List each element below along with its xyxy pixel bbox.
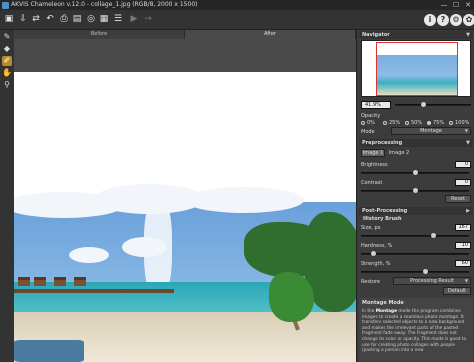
undo-icon[interactable]: ↶: [44, 13, 56, 26]
help-panel: Montage Mode In the Montage mode the pro…: [359, 298, 473, 362]
batch-icon[interactable]: ☰: [112, 13, 124, 26]
chevron-down-icon: ▼: [466, 140, 470, 146]
default-button[interactable]: Default: [443, 287, 471, 295]
print-alt-icon[interactable]: ▤: [71, 13, 83, 26]
opacity-radio-25[interactable]: [383, 121, 387, 125]
contrast-slider-knob[interactable]: [413, 188, 418, 193]
navigator-viewport-frame[interactable]: [376, 42, 458, 96]
main-toolbar: ▣ ⇩ ⇄ ↶ ⎙ ▤ ◎ ▦ ☰ ▶ → i ? ⚙ ✿: [0, 10, 474, 30]
navigator-header[interactable]: Navigator ▼: [359, 31, 473, 39]
zoom-slider-knob[interactable]: [421, 102, 426, 107]
tab-after[interactable]: After: [185, 30, 356, 39]
open-icon[interactable]: ▣: [3, 13, 15, 26]
forward-icon[interactable]: →: [142, 13, 154, 26]
opacity-label: Opacity: [361, 113, 381, 119]
clipboard-icon[interactable]: ▦: [98, 13, 110, 26]
navigator-title: Navigator: [362, 32, 390, 38]
brightness-field[interactable]: 0: [455, 161, 471, 168]
minimize-button[interactable]: —: [438, 0, 450, 10]
contrast-field[interactable]: 0: [455, 179, 471, 186]
swap-icon[interactable]: ⇄: [30, 13, 42, 26]
hardness-field[interactable]: 10: [455, 242, 471, 249]
print-icon[interactable]: ⎙: [58, 13, 70, 26]
title-bar: AKVIS Chameleon v.12.0 - collage_1.jpg (…: [0, 0, 474, 10]
help-icon[interactable]: ?: [437, 14, 449, 26]
selection-brush-icon[interactable]: ✎: [2, 32, 12, 42]
size-label: Size, px: [361, 225, 381, 231]
navigator-preview[interactable]: [361, 40, 471, 97]
postprocessing-header[interactable]: Post-Processing ▶: [359, 207, 473, 215]
strength-slider-knob[interactable]: [423, 269, 428, 274]
tab-before[interactable]: Before: [14, 30, 185, 39]
image-canvas[interactable]: [14, 39, 356, 362]
contrast-label: Contrast: [361, 180, 383, 186]
window-title: AKVIS Chameleon v.12.0 - collage_1.jpg (…: [11, 1, 198, 8]
settings-icon[interactable]: ⚙: [450, 14, 462, 26]
chevron-down-icon: ▼: [466, 32, 470, 38]
close-button[interactable]: ✕: [462, 0, 474, 10]
maximize-button[interactable]: ☐: [450, 0, 462, 10]
settings-panel: Navigator ▼ 41.9% Opacity 0% 25% 50% 75%…: [356, 30, 474, 362]
strength-slider[interactable]: [361, 271, 469, 273]
strength-label: Strength, %: [361, 261, 391, 267]
size-slider[interactable]: [361, 235, 469, 237]
left-toolbar: ✎ ◆ ✐ ✋ ⚲: [0, 30, 14, 362]
help-title: Montage Mode: [362, 300, 404, 306]
reset-button[interactable]: Reset: [445, 195, 471, 203]
info-icon[interactable]: i: [424, 14, 436, 26]
zoom-slider[interactable]: [395, 104, 471, 106]
hardness-label: Hardness, %: [361, 243, 393, 249]
history-brush-icon[interactable]: ✐: [2, 56, 12, 66]
history-brush-title: History Brush: [363, 216, 402, 222]
size-field[interactable]: 167: [455, 224, 471, 231]
size-slider-knob[interactable]: [431, 233, 436, 238]
restore-dropdown[interactable]: Processing Result ▼: [393, 277, 471, 285]
image1-button[interactable]: Image 1: [361, 149, 385, 157]
app-logo-icon: [2, 1, 9, 9]
preprocessing-header[interactable]: Preprocessing ▼: [359, 139, 473, 147]
mode-label: Mode: [361, 129, 375, 135]
zoom-icon[interactable]: ⚲: [2, 80, 12, 90]
mode-dropdown[interactable]: Montage ▼: [391, 127, 471, 135]
hand-icon[interactable]: ✋: [2, 68, 12, 78]
save-icon[interactable]: ⇩: [17, 13, 29, 26]
play-icon[interactable]: ▶: [128, 13, 140, 26]
chevron-down-icon: ▼: [464, 128, 468, 133]
about-icon[interactable]: ✿: [463, 14, 474, 26]
share-icon[interactable]: ◎: [85, 13, 97, 26]
brightness-slider-knob[interactable]: [413, 170, 418, 175]
opacity-radio-75[interactable]: [427, 121, 431, 125]
opacity-radio-0[interactable]: [361, 121, 365, 125]
strength-field[interactable]: 60: [455, 260, 471, 267]
opacity-radio-50[interactable]: [405, 121, 409, 125]
hardness-slider[interactable]: [361, 253, 469, 255]
zoom-field[interactable]: 41.9%: [361, 101, 391, 109]
image2-button[interactable]: Image 2: [387, 149, 411, 157]
brightness-label: Brightness: [361, 162, 388, 168]
view-tabs: Before After: [14, 30, 356, 39]
help-text: In the Montage mode the program combines…: [362, 309, 467, 354]
chevron-down-icon: ▼: [464, 278, 468, 283]
hardness-slider-knob[interactable]: [371, 251, 376, 256]
collage-image: [14, 72, 356, 362]
restore-label: Restore: [361, 279, 380, 285]
opacity-radio-100[interactable]: [449, 121, 453, 125]
chevron-right-icon: ▶: [466, 208, 470, 214]
eraser-icon[interactable]: ◆: [2, 44, 12, 54]
